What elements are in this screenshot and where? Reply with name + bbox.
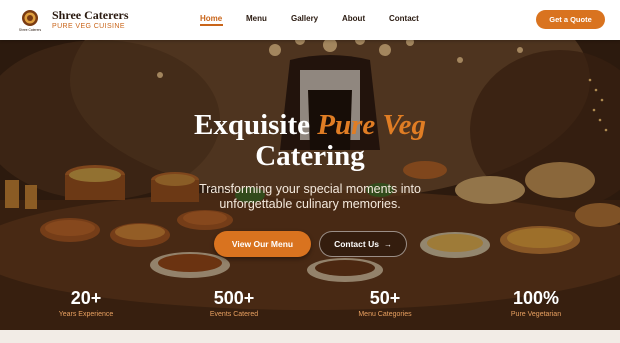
stat-label: Pure Vegetarian [510,311,562,318]
hero-section: Exquisite Pure Veg Catering Transforming… [0,40,620,330]
brand-name: Shree Caterers [52,8,129,22]
logo-icon[interactable]: Shree Caterers [17,7,43,33]
stat-menu-categories: 50+ Menu Categories [325,288,445,320]
stat-value: 500+ [213,288,255,308]
hero-title-line1: Exquisite Pure Veg [0,109,620,141]
site-header: Shree Caterers Shree Caterers PURE VEG C… [0,0,620,40]
logo-text: Shree Caterers [19,28,42,32]
stat-label: Menu Categories [358,311,412,318]
next-section-edge [0,330,620,343]
stat-label: Events Catered [209,311,259,318]
stat-years: 20+ Years Experience [26,288,146,320]
brand[interactable]: Shree Caterers PURE VEG CUISINE [52,9,129,32]
hero-title-accent: Pure Veg [317,109,427,141]
stat-value: 20+ [70,288,102,308]
nav-gallery[interactable]: Gallery [291,14,318,23]
stat-events: 500+ Events Catered [174,288,294,320]
get-quote-button[interactable]: Get a Quote [536,10,605,29]
brand-tagline: PURE VEG CUISINE [52,23,125,30]
hero-subtitle-line2: unforgettable culinary memories. [219,197,401,211]
stat-value: 100% [512,288,560,308]
hero-title-line2: Catering [255,140,365,172]
arrow-right-icon: → [383,239,392,249]
nav-active-underline [200,24,223,26]
hero-title-part1: Exquisite [193,109,318,141]
stat-value: 50+ [369,288,401,308]
contact-us-button[interactable]: Contact Us → [319,231,407,257]
view-menu-button[interactable]: View Our Menu [214,231,311,257]
nav-contact[interactable]: Contact [389,14,419,23]
hero-subtitle-line1: Transforming your special moments into [199,182,421,196]
stat-label: Years Experience [58,311,114,318]
nav-about[interactable]: About [342,14,365,23]
nav-home[interactable]: Home [200,14,222,23]
contact-us-label: Contact Us [334,239,379,249]
stat-pure-veg: 100% Pure Vegetarian [476,288,596,320]
nav-menu[interactable]: Menu [246,14,267,23]
